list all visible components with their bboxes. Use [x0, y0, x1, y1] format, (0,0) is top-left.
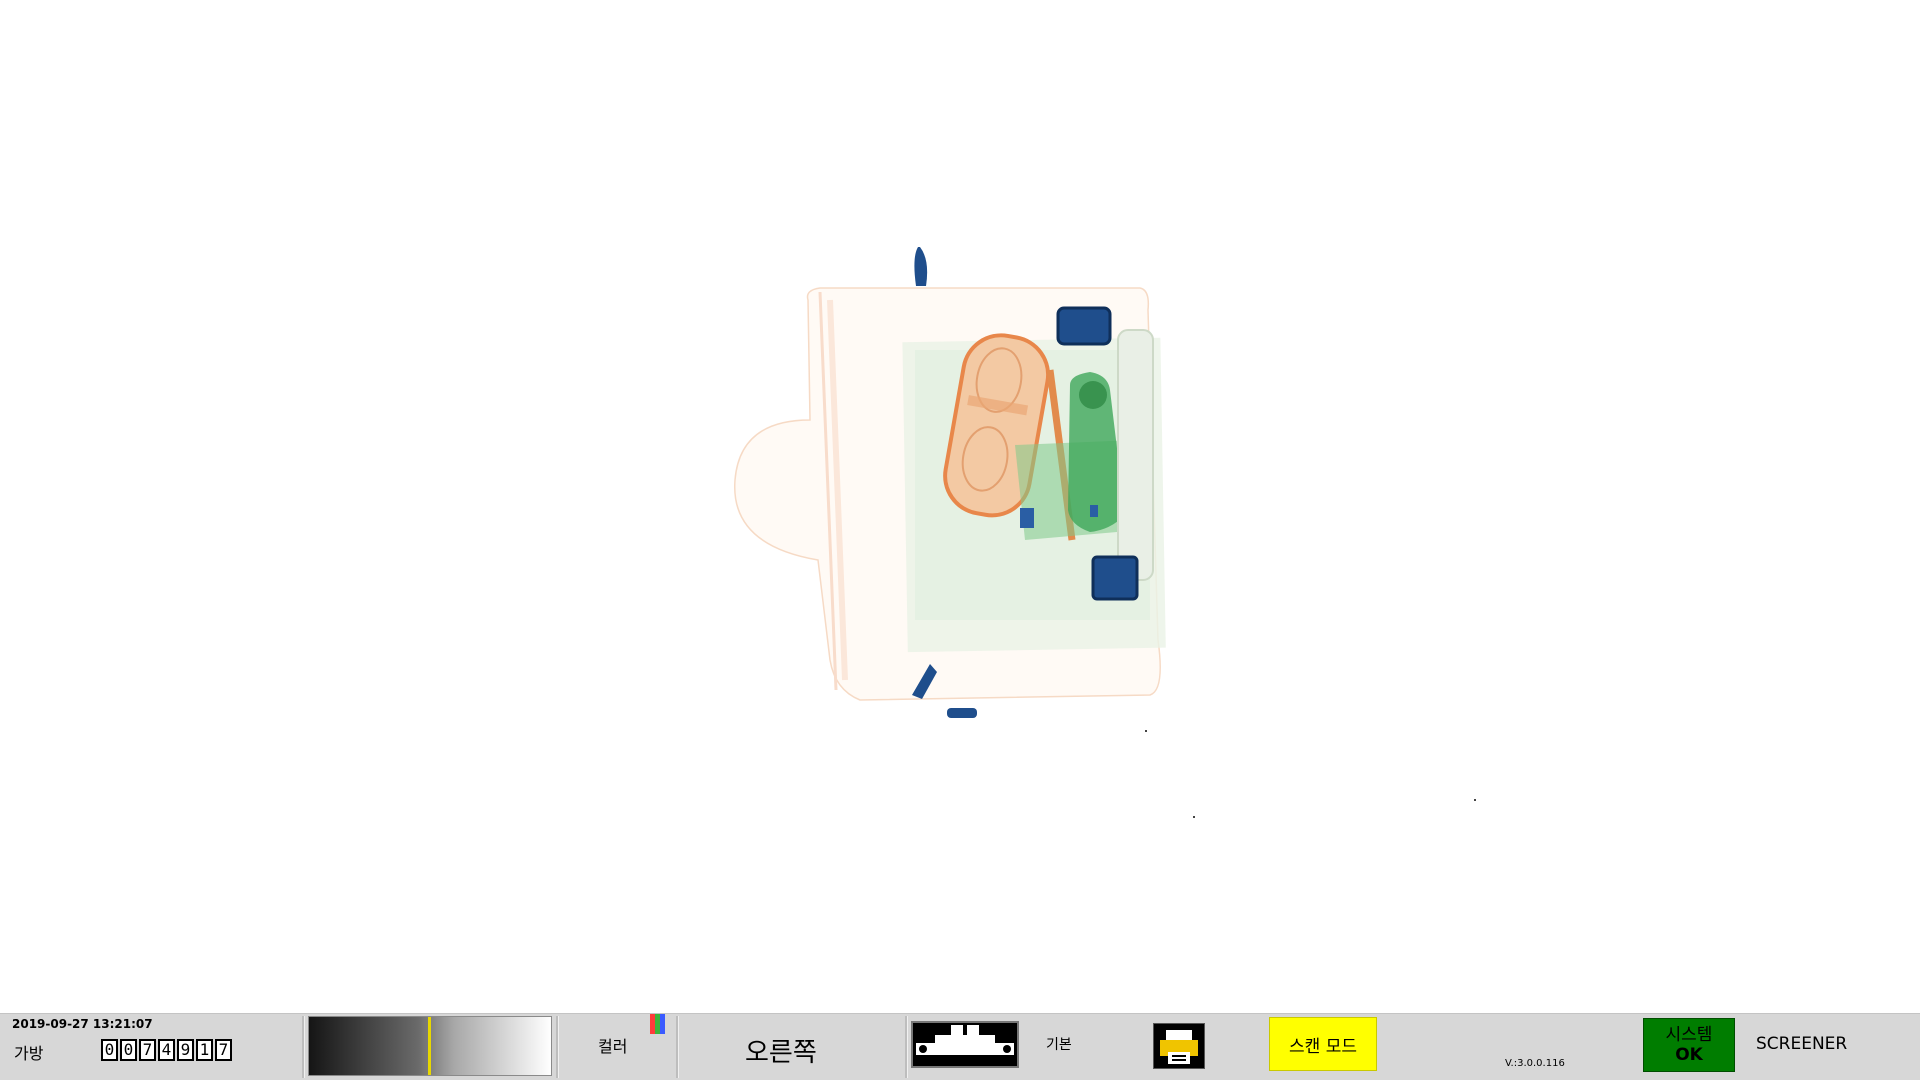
divider: [676, 1016, 679, 1078]
bag-counter-digit: 7: [215, 1039, 232, 1061]
bag-counter-digit: 0: [120, 1039, 137, 1061]
divider: [556, 1016, 559, 1078]
bag-counter-digit: 1: [196, 1039, 213, 1061]
color-palette-icon[interactable]: [650, 1014, 665, 1034]
slider-marker[interactable]: [428, 1017, 431, 1075]
image-mode-label[interactable]: 기본: [1046, 1034, 1072, 1054]
conveyor-icon: [916, 1025, 1014, 1055]
status-bar: 2019-09-27 13:21:07 가방 0 0 7 4 9 1 7 컬러 …: [0, 1013, 1920, 1080]
datetime: 2019-09-27 13:21:07: [12, 1017, 153, 1031]
version-label: V.:3.0.0.116: [1505, 1058, 1565, 1069]
print-button[interactable]: [1153, 1023, 1205, 1069]
xray-scan-image: [734, 247, 1476, 818]
bag-counter-digit: 0: [101, 1039, 118, 1061]
conveyor-belt-button[interactable]: [911, 1021, 1019, 1068]
bag-counter-digit: 4: [158, 1039, 175, 1061]
divider: [302, 1016, 305, 1078]
bag-counter-digit: 7: [139, 1039, 156, 1061]
view-side-label[interactable]: 오른쪽: [745, 1032, 817, 1069]
system-label: 시스템: [1665, 1025, 1713, 1045]
bag-label: 가방: [14, 1044, 44, 1063]
user-role: SCREENER: [1756, 1034, 1848, 1054]
xray-viewport[interactable]: [0, 0, 1920, 1013]
bag-counter: 0 0 7 4 9 1 7: [101, 1039, 232, 1061]
system-status-indicator[interactable]: 시스템 OK: [1643, 1018, 1735, 1072]
printer-icon: [1160, 1030, 1198, 1064]
system-status-text: OK: [1675, 1045, 1703, 1065]
bag-counter-digit: 9: [177, 1039, 194, 1061]
color-mode-label[interactable]: 컬러: [598, 1033, 627, 1057]
scan-mode-button[interactable]: 스캔 모드: [1269, 1017, 1377, 1071]
gray-level-slider[interactable]: [308, 1016, 552, 1076]
divider: [905, 1016, 908, 1078]
